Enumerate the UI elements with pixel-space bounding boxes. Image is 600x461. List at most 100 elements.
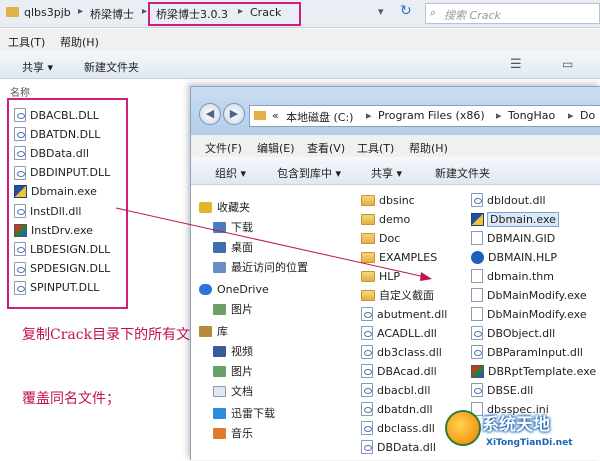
file-item[interactable]: dbclass.dll: [361, 419, 435, 437]
view-options-icon[interactable]: ☰: [510, 57, 522, 72]
sidebar-item[interactable]: 图片: [213, 301, 253, 317]
exe-file-icon: [471, 364, 484, 378]
file-item[interactable]: LBDESIGN.DLL: [14, 240, 110, 258]
chevron-right-icon[interactable]: ▸: [238, 6, 243, 17]
file-item[interactable]: dbatdn.dll: [361, 400, 433, 418]
file-name: dbacbl.dll: [377, 383, 431, 397]
file-item[interactable]: DBObject.dll: [471, 324, 555, 342]
file-name: DbMainModify.exe: [487, 307, 587, 321]
dll-file-icon: [14, 165, 26, 180]
breadcrumb-2[interactable]: TongHao: [508, 109, 555, 122]
address-bar: qlbs3pjb ▸ 桥梁博士 ▸ 桥梁博士3.0.3 ▸ Crack ▾ ↻ …: [0, 0, 600, 28]
file-item[interactable]: DBMAIN.GID: [471, 229, 555, 247]
chevron-right-icon[interactable]: ▸: [142, 6, 147, 17]
file-item[interactable]: dbmain.thm: [471, 267, 554, 285]
file-item[interactable]: DBData.dll: [361, 438, 436, 456]
refresh-icon[interactable]: ↻: [400, 3, 412, 19]
breadcrumb-1[interactable]: Program Files (x86): [378, 109, 485, 122]
share-button[interactable]: 共享 ▾: [22, 59, 53, 75]
breadcrumb-overflow[interactable]: «: [272, 109, 279, 122]
forward-arrow-icon[interactable]: ▶: [223, 103, 245, 125]
dropdown-icon[interactable]: ▾: [378, 5, 384, 18]
file-item[interactable]: Dbmain.exe: [14, 183, 97, 201]
menu-help[interactable]: 帮助(H): [60, 34, 99, 50]
dll-file-icon: [14, 280, 26, 295]
file-item[interactable]: SPDESIGN.DLL: [14, 260, 110, 278]
file-item[interactable]: DBMAIN.HLP: [471, 248, 557, 266]
file-name: Dbmain.exe: [31, 185, 97, 199]
file-item[interactable]: DbMainModify.exe: [471, 286, 587, 304]
file-item[interactable]: demo: [361, 210, 410, 228]
new-folder-button[interactable]: 新建文件夹: [435, 165, 490, 181]
file-item[interactable]: dbacbl.dll: [361, 381, 430, 399]
chevron-right-icon[interactable]: ▸: [568, 109, 574, 122]
sidebar-item[interactable]: 图片: [213, 363, 253, 379]
breadcrumb-0[interactable]: 本地磁盘 (C:): [286, 109, 353, 125]
file-item[interactable]: dbsinc: [361, 191, 415, 209]
file-item[interactable]: DBParamInput.dll: [471, 343, 583, 361]
file-item[interactable]: Doc: [361, 229, 400, 247]
menu-tools[interactable]: 工具(T): [8, 34, 45, 50]
chevron-right-icon[interactable]: ▸: [496, 109, 502, 122]
sidebar-item[interactable]: 库: [199, 323, 228, 339]
new-folder-button[interactable]: 新建文件夹: [84, 59, 139, 75]
file-item[interactable]: dbldout.dll: [471, 191, 546, 209]
breadcrumb-2[interactable]: 桥梁博士3.0.3: [156, 6, 228, 22]
include-in-library-button[interactable]: 包含到库中 ▾: [277, 165, 341, 181]
file-item[interactable]: InstDll.dll: [14, 202, 81, 220]
file-item[interactable]: HLP: [361, 267, 400, 285]
menu-tools[interactable]: 工具(T): [357, 140, 394, 156]
column-header-name[interactable]: 名称: [10, 84, 30, 99]
file-name: SPINPUT.DLL: [30, 281, 100, 295]
file-item[interactable]: DBRptTemplate.exe: [471, 362, 596, 380]
file-item[interactable]: DbMainModify.exe: [471, 305, 587, 323]
sidebar-item[interactable]: 下载: [213, 219, 253, 235]
breadcrumb-3[interactable]: Crack: [250, 6, 281, 19]
file-item[interactable]: DBSE.dll: [471, 381, 533, 399]
sidebar-item[interactable]: 视频: [213, 343, 253, 359]
organize-button[interactable]: 组织 ▾: [215, 165, 246, 181]
search-input[interactable]: 搜索 Crack: [425, 3, 600, 24]
file-icon: [471, 288, 483, 302]
file-item[interactable]: abutment.dll: [361, 305, 447, 323]
file-item[interactable]: InstDrv.exe: [14, 221, 93, 239]
share-button[interactable]: 共享 ▾: [371, 165, 402, 181]
file-item[interactable]: EXAMPLES: [361, 248, 437, 266]
menu-edit[interactable]: 编辑(E): [257, 140, 295, 156]
back-arrow-icon[interactable]: ◀: [199, 103, 221, 125]
file-item[interactable]: Dbmain.exe: [471, 210, 559, 228]
sidebar-item[interactable]: OneDrive: [199, 281, 269, 297]
menu-view[interactable]: 查看(V): [307, 140, 345, 156]
breadcrumb-1[interactable]: 桥梁博士: [90, 6, 134, 22]
sidebar-item[interactable]: 文档: [213, 383, 253, 399]
chevron-right-icon[interactable]: ▸: [78, 6, 83, 17]
file-item[interactable]: DBATDN.DLL: [14, 125, 100, 143]
file-name: Doc: [379, 231, 401, 245]
file-icon: [471, 307, 483, 321]
menu-file[interactable]: 文件(F): [205, 140, 242, 156]
file-name: HLP: [379, 269, 401, 283]
chevron-right-icon[interactable]: ▸: [366, 109, 372, 122]
dll-file-icon: [14, 146, 26, 161]
file-item[interactable]: DBDINPUT.DLL: [14, 164, 110, 182]
sidebar-item[interactable]: 音乐: [213, 425, 253, 441]
file-item[interactable]: ACADLL.dll: [361, 324, 437, 342]
breadcrumb-0[interactable]: qlbs3pjb: [24, 6, 71, 19]
sidebar-item[interactable]: 最近访问的位置: [213, 259, 308, 275]
preview-pane-icon[interactable]: ▭: [562, 57, 573, 71]
file-item[interactable]: DBData.dll: [14, 144, 89, 162]
sidebar-item[interactable]: 收藏夹: [199, 199, 250, 215]
breadcrumb-3[interactable]: Do: [580, 109, 595, 122]
sidebar-item[interactable]: 桌面: [213, 239, 253, 255]
file-name: Dbmain.exe: [487, 211, 559, 227]
dll-file-icon: [14, 108, 26, 122]
file-item[interactable]: db3class.dll: [361, 343, 442, 361]
file-item[interactable]: 自定义截面: [361, 286, 434, 304]
sidebar-item[interactable]: 迅雷下载: [213, 405, 275, 421]
file-item[interactable]: DBAcad.dll: [361, 362, 437, 380]
thunder-icon: [213, 407, 226, 419]
file-item[interactable]: DBACBL.DLL: [14, 106, 99, 124]
menu-help[interactable]: 帮助(H): [409, 140, 448, 156]
address-bar[interactable]: « 本地磁盘 (C:) ▸ Program Files (x86) ▸ Tong…: [249, 105, 600, 127]
file-item[interactable]: SPINPUT.DLL: [14, 279, 99, 297]
